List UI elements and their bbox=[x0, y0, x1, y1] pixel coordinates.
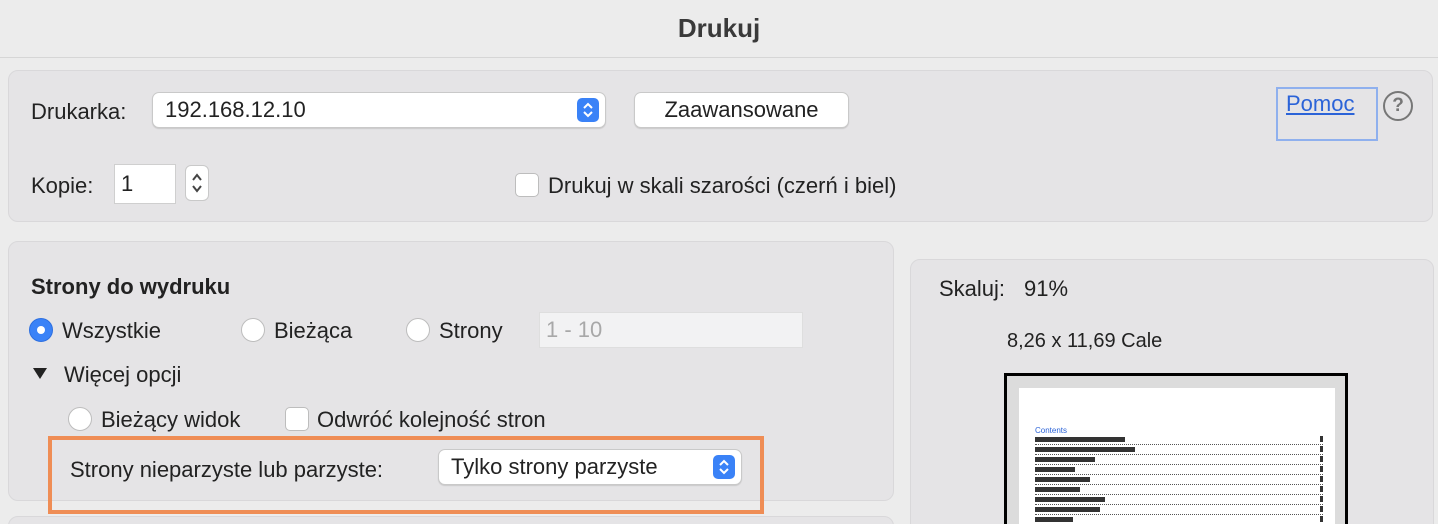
popup-arrows-icon bbox=[577, 98, 599, 122]
help-icon[interactable]: ? bbox=[1383, 91, 1413, 121]
reverse-order-checkbox[interactable] bbox=[285, 407, 309, 431]
radio-current-page[interactable] bbox=[241, 318, 265, 342]
preview-contents-title: Contents bbox=[1035, 426, 1068, 435]
grayscale-label: Drukuj w skali szarości (czerń i biel) bbox=[548, 173, 897, 198]
pages-heading: Strony do wydruku bbox=[31, 274, 231, 299]
page-preview: Contents bbox=[1004, 373, 1348, 524]
radio-page-range[interactable] bbox=[406, 318, 430, 342]
popup-arrows-icon bbox=[713, 455, 735, 479]
scale-value: 91% bbox=[1024, 276, 1069, 301]
preview-toc-line bbox=[1035, 516, 1323, 524]
preview-toc-line bbox=[1035, 486, 1323, 495]
odd-even-select[interactable]: Tylko strony parzyste bbox=[438, 449, 742, 485]
preview-toc-line bbox=[1035, 446, 1323, 455]
preview-toc-line bbox=[1035, 506, 1323, 515]
dialog-title: Drukuj bbox=[677, 13, 761, 43]
reverse-order-label: Odwróć kolejność stron bbox=[317, 407, 546, 432]
radio-all-pages[interactable] bbox=[29, 318, 53, 342]
odd-even-select-value: Tylko strony parzyste bbox=[451, 454, 658, 479]
preview-toc-line bbox=[1035, 456, 1323, 465]
preview-toc-line bbox=[1035, 476, 1323, 485]
current-view-label: Bieżący widok bbox=[101, 407, 241, 432]
dialog-titlebar: Drukuj bbox=[0, 0, 1438, 58]
radio-page-range-label: Strony bbox=[439, 318, 503, 343]
stepper-arrows-icon bbox=[192, 173, 202, 193]
printer-select-value: 192.168.12.10 bbox=[165, 97, 306, 122]
grayscale-checkbox[interactable] bbox=[515, 173, 539, 197]
odd-even-label: Strony nieparzyste lub parzyste: bbox=[70, 457, 384, 482]
page-range-placeholder: 1 - 10 bbox=[546, 317, 603, 342]
radio-current-view[interactable] bbox=[68, 407, 92, 431]
next-panel-edge bbox=[8, 516, 894, 524]
preview-toc-line bbox=[1035, 436, 1323, 445]
page-preview-sheet: Contents bbox=[1019, 388, 1335, 524]
copies-value: 1 bbox=[121, 171, 134, 196]
preview-toc-line bbox=[1035, 496, 1323, 505]
radio-all-pages-label: Wszystkie bbox=[62, 318, 161, 343]
page-range-field[interactable]: 1 - 10 bbox=[539, 312, 803, 348]
disclosure-triangle-icon[interactable] bbox=[32, 366, 48, 385]
preview-toc-line bbox=[1035, 466, 1323, 475]
scale-label: Skaluj: bbox=[939, 276, 1006, 301]
paper-size-label: 8,26 x 11,69 Cale bbox=[1007, 330, 1163, 352]
advanced-button[interactable]: Zaawansowane bbox=[634, 92, 849, 128]
copies-field[interactable]: 1 bbox=[114, 164, 176, 204]
copies-stepper[interactable] bbox=[185, 165, 209, 201]
copies-label: Kopie: bbox=[31, 173, 94, 198]
radio-current-page-label: Bieżąca bbox=[274, 318, 353, 343]
more-options-label[interactable]: Więcej opcji bbox=[64, 362, 181, 388]
printer-select[interactable]: 192.168.12.10 bbox=[152, 92, 606, 128]
help-link[interactable]: Pomoc bbox=[1286, 91, 1354, 117]
help-icon-glyph: ? bbox=[1392, 95, 1404, 116]
printer-label: Drukarka: bbox=[31, 99, 127, 124]
